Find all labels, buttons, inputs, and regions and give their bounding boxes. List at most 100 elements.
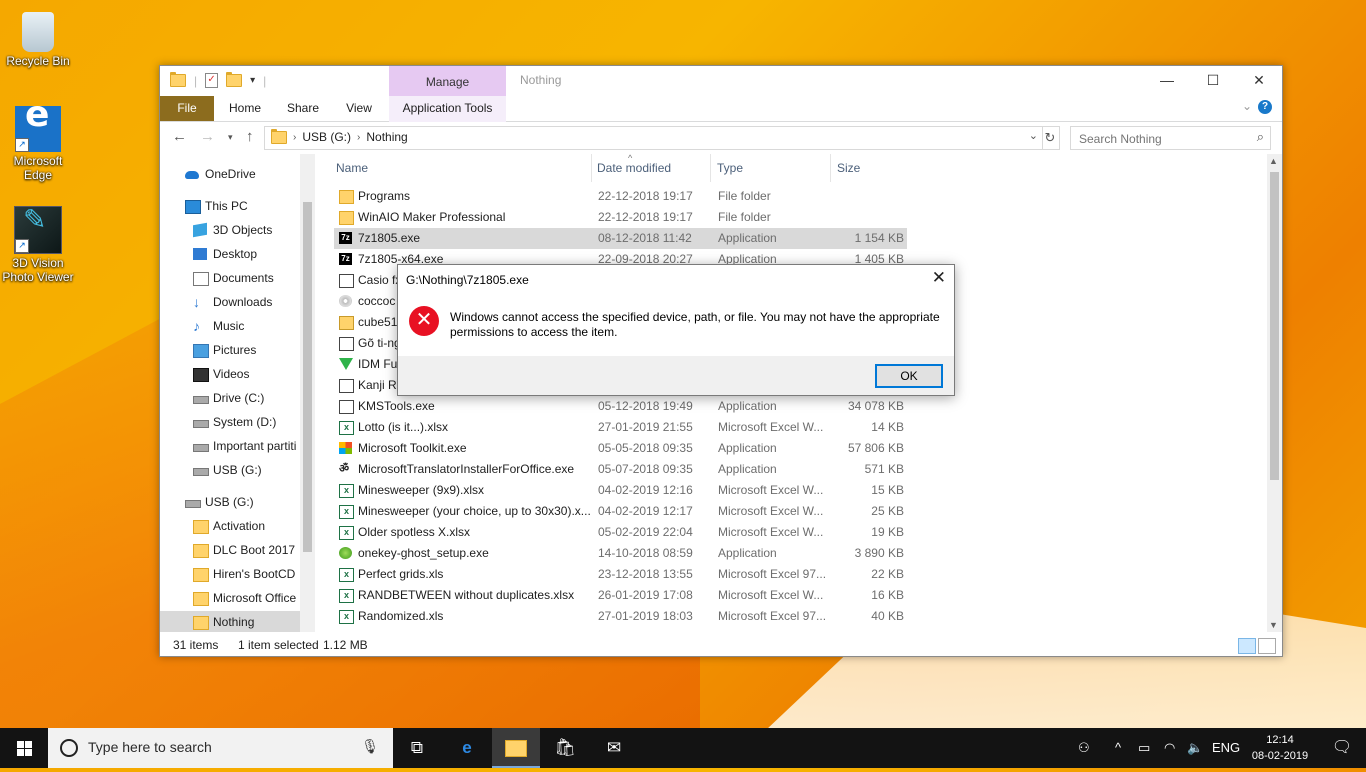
file-row[interactable]: x RANDBETWEEN without duplicates.xlsx 26-0… [334, 585, 907, 606]
language-indicator[interactable]: ENG [1212, 728, 1240, 768]
nav-item-drive-c[interactable]: Drive (C:) [160, 387, 300, 409]
nav-item-hirens-bootcd[interactable]: Hiren's BootCD [160, 563, 300, 585]
file-row[interactable]: Microsoft Toolkit.exe 05-05-2018 09:35 App… [334, 438, 907, 459]
file-row[interactable]: ॐ MicrosoftTranslatorInstallerForOffice.e… [334, 459, 907, 480]
back-arrow-icon[interactable]: ← [172, 128, 187, 145]
refresh-icon[interactable]: ↻ [1041, 126, 1060, 150]
tab-manage[interactable]: Manage [389, 66, 506, 96]
people-icon[interactable]: ⚇ [1078, 728, 1090, 768]
taskbar-search[interactable]: Type here to search 🎙 [48, 728, 393, 768]
desktop-icon-3d-vision[interactable]: ✎ ↗ 3D Vision Photo Viewer [0, 206, 76, 285]
quick-access-toolbar: | ✓ ▾ | [170, 72, 266, 88]
file-explorer-taskbar-icon[interactable] [492, 728, 540, 768]
scroll-down-icon[interactable]: ▼ [1269, 620, 1278, 630]
column-header-type[interactable]: Type [717, 154, 743, 182]
column-header-size[interactable]: Size [837, 154, 860, 182]
start-button[interactable] [0, 728, 48, 768]
chevron-right-icon: › [357, 131, 361, 143]
ribbon-tabs: File Home Share View Application Tools ⌄… [160, 96, 1282, 122]
microphone-icon[interactable]: 🎙 [361, 738, 379, 755]
nav-item-this-pc[interactable]: This PC [160, 195, 300, 217]
breadcrumb-usb[interactable]: USB (G:) [302, 130, 351, 144]
large-icons-view-icon[interactable] [1258, 638, 1276, 654]
file-row[interactable]: WinAIO Maker Professional 22-12-2018 19:1… [334, 207, 907, 228]
column-header-name[interactable]: Name [336, 154, 368, 182]
selection-info: 1 item selected [238, 638, 319, 652]
search-input[interactable] [1077, 129, 1241, 149]
scrollbar-thumb[interactable] [1270, 172, 1279, 480]
nav-item-microsoft-office[interactable]: Microsoft Office [160, 587, 300, 609]
close-button[interactable]: ✕ [1236, 66, 1282, 96]
scroll-up-icon[interactable]: ▲ [1269, 156, 1278, 166]
nav-item-usb-g-root[interactable]: USB (G:) [160, 491, 300, 513]
videos-icon [193, 368, 209, 382]
nav-item-downloads[interactable]: ↓ Downloads [160, 291, 300, 313]
tab-home[interactable]: Home [218, 96, 272, 121]
qat-dropdown-icon[interactable]: ▾ [250, 75, 255, 86]
task-view-icon[interactable]: ⧉ [393, 728, 441, 768]
up-arrow-icon[interactable]: ↑ [246, 128, 254, 145]
file-row[interactable]: x Perfect grids.xls 23-12-2018 13:55 Micros… [334, 564, 907, 585]
show-hidden-icons[interactable]: ^ [1115, 728, 1121, 768]
volume-icon[interactable]: 🔈 [1187, 728, 1203, 768]
address-bar[interactable]: › USB (G:) › Nothing ⌄ [264, 126, 1043, 150]
nav-item-onedrive[interactable]: OneDrive [160, 163, 300, 185]
file-row[interactable]: x Minesweeper (your choice, up to 30x30).… [334, 501, 907, 522]
folder-icon [193, 616, 209, 630]
nav-item-pictures[interactable]: Pictures [160, 339, 300, 361]
tab-view[interactable]: View [334, 96, 384, 121]
nav-item-3d-objects[interactable]: 3D Objects [160, 219, 300, 241]
clock[interactable]: 12:14 08-02-2019 [1250, 732, 1310, 764]
maximize-button[interactable]: ☐ [1190, 66, 1236, 96]
nav-item-system-d[interactable]: System (D:) [160, 411, 300, 433]
nav-item-activation[interactable]: Activation [160, 515, 300, 537]
nav-item-dlc-boot[interactable]: DLC Boot 2017 [160, 539, 300, 561]
nav-item-important-partition[interactable]: Important partiti [160, 435, 300, 457]
desktop-icon-recycle-bin[interactable]: Recycle Bin [0, 8, 76, 68]
file-row[interactable]: x Older spotless X.xlsx 05-02-2019 22:04 Mi… [334, 522, 907, 543]
excel-icon: x [339, 526, 354, 540]
file-row[interactable]: x Randomized.xls 27-01-2019 18:03 Microsoft… [334, 606, 907, 627]
nav-item-usb-g[interactable]: USB (G:) [160, 459, 300, 481]
file-row[interactable]: onekey-ghost_setup.exe 14-10-2018 08:59 Ap… [334, 543, 907, 564]
chevron-down-icon[interactable]: ⌄ [1029, 129, 1038, 142]
ok-button[interactable]: OK [875, 364, 943, 388]
nav-item-videos[interactable]: Videos [160, 363, 300, 385]
help-icon[interactable]: ? [1258, 100, 1272, 114]
file-row[interactable]: Programs 22-12-2018 19:17 File folder [334, 186, 907, 207]
store-icon[interactable]: 🛍 [541, 728, 589, 768]
recent-locations-icon[interactable]: ▾ [228, 132, 233, 143]
file-row[interactable]: x Lotto (is it...).xlsx 27-01-2019 21:55 Mi… [334, 417, 907, 438]
mail-icon[interactable]: ✉ [590, 728, 638, 768]
windows-logo-icon [17, 741, 32, 756]
new-folder-icon[interactable] [226, 72, 243, 87]
nav-item-music[interactable]: ♪ Music [160, 315, 300, 337]
battery-icon[interactable]: ▭ [1138, 728, 1150, 768]
details-view-icon[interactable] [1238, 638, 1256, 654]
nav-scrollbar[interactable] [300, 154, 315, 632]
forward-arrow-icon[interactable]: → [200, 128, 215, 145]
nav-item-nothing[interactable]: Nothing [160, 611, 300, 632]
tab-file[interactable]: File [160, 96, 214, 121]
tab-share[interactable]: Share [277, 96, 329, 121]
file-list-scrollbar[interactable]: ▲ ▼ [1267, 154, 1282, 632]
breadcrumb-nothing[interactable]: Nothing [366, 130, 407, 144]
nav-item-desktop[interactable]: Desktop [160, 243, 300, 265]
properties-icon[interactable]: ✓ [205, 73, 219, 88]
nav-item-documents[interactable]: Documents [160, 267, 300, 289]
desktop-icon-microsoft-edge[interactable]: e ↗ Microsoft Edge [0, 97, 76, 183]
ribbon-expand-icon[interactable]: ⌄ [1242, 99, 1252, 113]
close-icon[interactable]: ✕ [932, 268, 946, 288]
edge-taskbar-icon[interactable]: e [443, 728, 491, 768]
file-row[interactable]: x Minesweeper (9x9).xlsx 04-02-2019 12:16 M… [334, 480, 907, 501]
action-center-icon[interactable]: 🗨 [1322, 728, 1362, 768]
file-row[interactable]: KMSTools.exe 05-12-2018 19:49 Application 3… [334, 396, 907, 417]
scrollbar-thumb[interactable] [303, 202, 312, 552]
file-row-selected[interactable]: 7z 7z1805.exe 08-12-2018 11:42 Application 1… [334, 228, 907, 249]
search-box[interactable]: ⌕ [1070, 126, 1271, 150]
tab-application-tools[interactable]: Application Tools [389, 96, 506, 122]
minimize-button[interactable]: — [1144, 66, 1190, 96]
wifi-icon[interactable]: ◠ [1164, 728, 1175, 768]
column-header-date[interactable]: Date modified [597, 154, 671, 182]
status-bar: 31 items 1 item selected 1.12 MB [160, 634, 1282, 656]
